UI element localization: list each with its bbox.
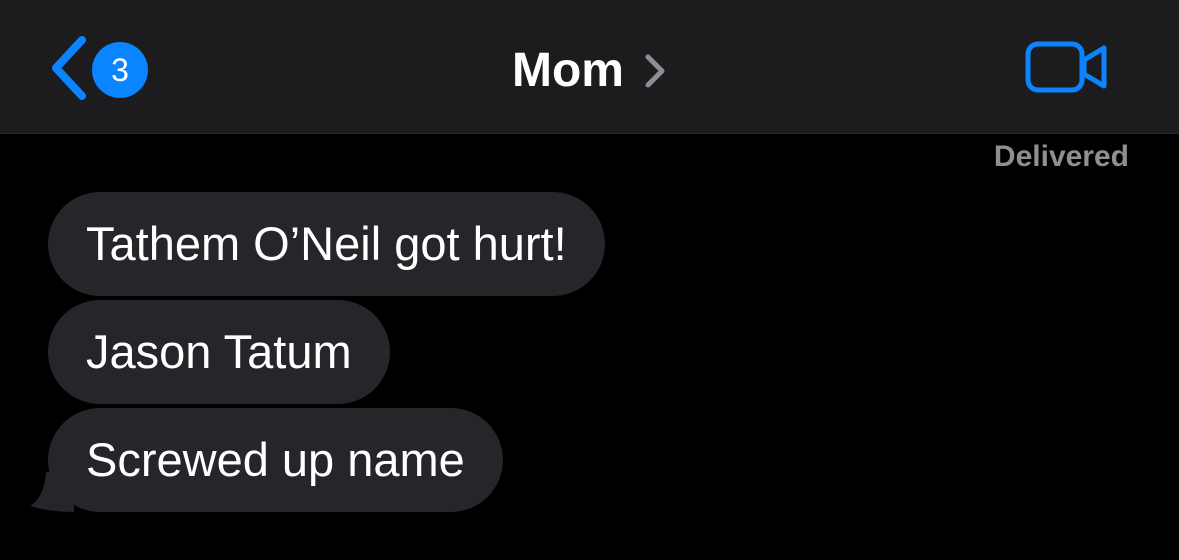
- delivered-status: Delivered: [993, 140, 1129, 173]
- contact-title-button[interactable]: Mom: [440, 36, 740, 106]
- message-thread: Tathem O’Neil got hurt! Jason Tatum Scre…: [30, 192, 605, 516]
- message-text: Jason Tatum: [86, 325, 352, 378]
- message-bubble[interactable]: Tathem O’Neil got hurt!: [48, 192, 605, 296]
- message-bubble[interactable]: Jason Tatum: [48, 300, 390, 404]
- navigation-bar: 3 Mom: [0, 0, 1179, 134]
- message-text: Tathem O’Neil got hurt!: [86, 217, 567, 270]
- message-text: Screwed up name: [86, 433, 465, 486]
- video-camera-icon[interactable]: [1024, 38, 1110, 96]
- contact-name: Mom: [512, 44, 624, 97]
- bubble-tail: [30, 472, 74, 512]
- back-button[interactable]: 3: [44, 32, 164, 104]
- message-bubble[interactable]: Screwed up name: [30, 408, 503, 512]
- chevron-right-icon: [645, 54, 665, 88]
- unread-count-badge: 3: [92, 42, 148, 98]
- chevron-left-icon: [52, 36, 86, 100]
